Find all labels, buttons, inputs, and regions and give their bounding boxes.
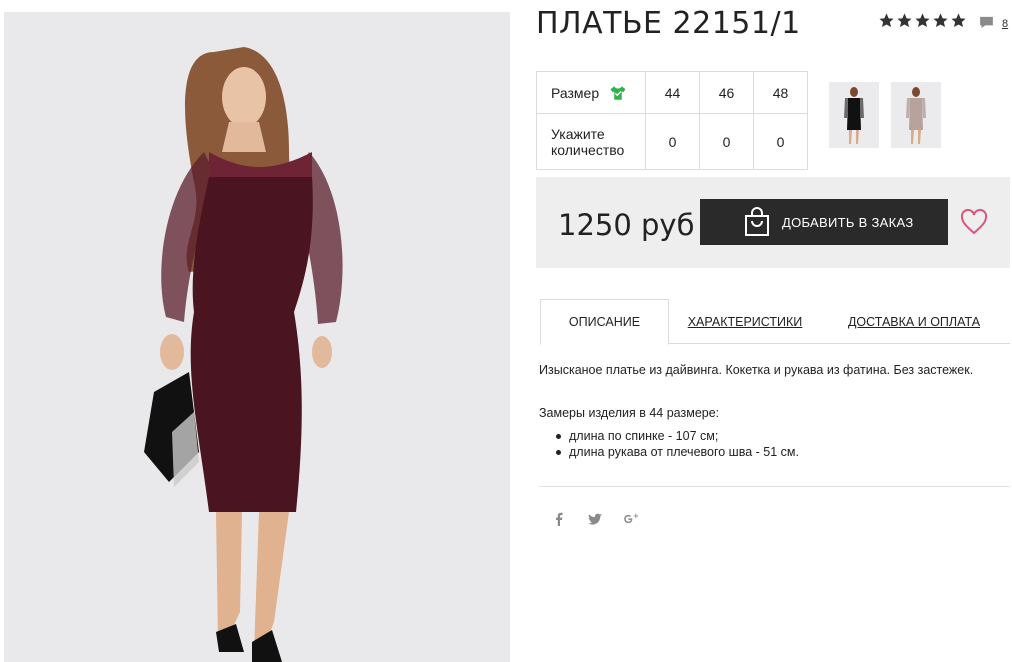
comments-count[interactable]: 8 [1002, 18, 1008, 30]
quantity-label-cell: Укажите количество [536, 113, 646, 170]
add-to-order-button[interactable]: ДОБАВИТЬ В ЗАКАЗ [700, 199, 948, 245]
size-48: 48 [753, 71, 808, 114]
size-label: Размер [551, 84, 600, 101]
measurements-title: Замеры изделия в 44 размере: [539, 406, 720, 420]
star-icon[interactable] [932, 12, 949, 29]
quantity-input-46[interactable]: 0 [699, 113, 754, 170]
quantity-label-line1: Укажите [551, 125, 605, 142]
measurements-list: длина по спинке - 107 см; длина рукава о… [556, 428, 799, 460]
twitter-icon[interactable] [587, 511, 603, 527]
add-to-order-label: ДОБАВИТЬ В ЗАКАЗ [782, 214, 914, 230]
product-title: ПЛАТЬЕ 22151/1 [536, 6, 801, 41]
product-tabs: ОПИСАНИЕ ХАРАКТЕРИСТИКИ ДОСТАВКА И ОПЛАТ… [540, 299, 1010, 345]
star-icon[interactable] [878, 12, 895, 29]
star-icon[interactable] [896, 12, 913, 29]
purchase-panel: 1250 руб ДОБАВИТЬ В ЗАКАЗ [536, 177, 1010, 268]
tab-description[interactable]: ОПИСАНИЕ [540, 299, 669, 345]
quantity-input-44[interactable]: 0 [645, 113, 700, 170]
dress-photo-illustration [4, 12, 510, 662]
tab-delivery-payment[interactable]: ДОСТАВКА И ОПЛАТА [843, 299, 985, 344]
size-46: 46 [699, 71, 754, 114]
price: 1250 руб [558, 208, 695, 242]
social-share [551, 511, 639, 527]
list-item: длина рукава от плечевого шва - 51 см. [556, 444, 799, 460]
size-label-cell: Размер [536, 71, 646, 114]
rating-stars[interactable] [878, 12, 967, 29]
size-44: 44 [645, 71, 700, 114]
size-chart-icon[interactable] [609, 84, 627, 102]
size-quantity-table: Размер 44 46 48 Укажите количество 0 0 0 [536, 71, 808, 170]
heart-icon[interactable] [960, 209, 988, 235]
google-plus-icon[interactable] [623, 511, 639, 527]
star-icon[interactable] [950, 12, 967, 29]
facebook-icon[interactable] [551, 511, 567, 527]
tab-characteristics[interactable]: ХАРАКТЕРИСТИКИ [685, 299, 805, 344]
list-item: длина по спинке - 107 см; [556, 428, 799, 444]
comment-icon [980, 16, 993, 29]
shopping-bag-icon [745, 207, 769, 236]
quantity-label-line2: количество [551, 141, 625, 158]
quantity-input-48[interactable]: 0 [753, 113, 808, 170]
thumbnail-image [829, 82, 879, 148]
comments-link[interactable]: 8 [978, 14, 1008, 31]
star-icon[interactable] [914, 12, 931, 29]
description-text: Изысканое платье из дайвинга. Кокетка и … [539, 363, 974, 377]
description-text-block: Изысканое платье из дайвинга. Кокетка и … [539, 362, 1009, 378]
divider [539, 486, 1010, 487]
product-main-image[interactable] [4, 12, 510, 662]
thumbnail-image [891, 82, 941, 148]
thumbnail-black-dress[interactable] [829, 82, 879, 148]
thumbnail-beige-dress[interactable] [891, 82, 941, 148]
